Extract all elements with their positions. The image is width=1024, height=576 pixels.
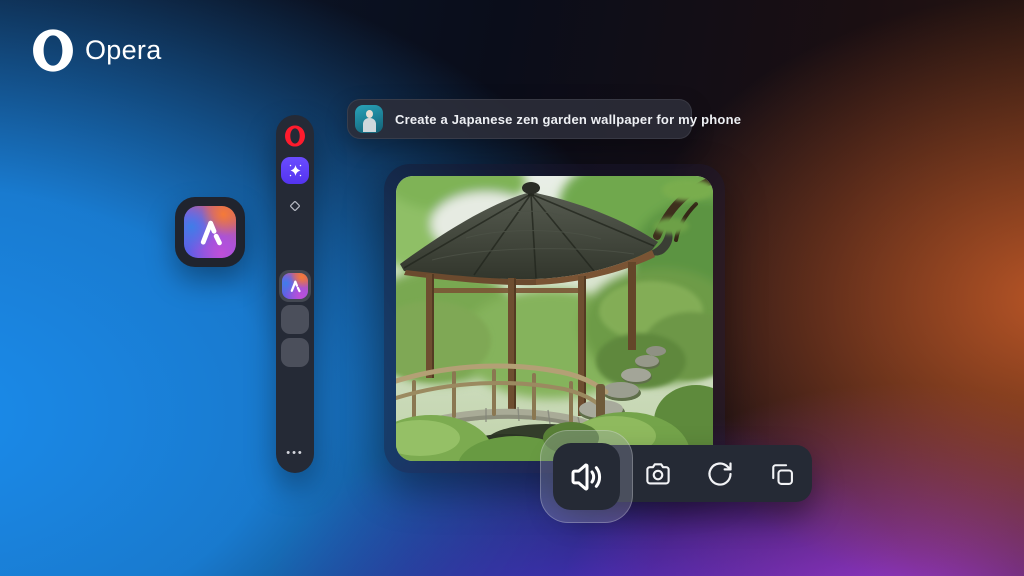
camera-icon [645,462,670,484]
sidebar-aria-button[interactable] [281,157,309,184]
brand-name: Opera [85,35,162,65]
refresh-icon [707,461,732,486]
prompt-bubble: Create a Japanese zen garden wallpaper f… [347,99,741,139]
sidebar-placeholder-2[interactable] [281,338,309,367]
zen-garden-image [396,176,713,461]
opera-logo-icon [33,29,73,72]
sparkle-icon [289,164,301,177]
regenerate-button[interactable] [704,458,735,489]
opera-brand: Opera [30,27,162,74]
user-avatar [355,105,383,133]
opera-aria-promo: Opera Create a Japanese zen garden wallp… [0,0,1024,576]
aria-app-icon [175,197,245,267]
copy-button[interactable] [766,458,797,489]
generated-image-card [384,164,725,473]
diamond-icon[interactable] [288,199,302,213]
prompt-text: Create a Japanese zen garden wallpaper f… [395,111,742,127]
sidebar-opera-logo[interactable] [284,124,307,148]
aria-gradient-icon [282,273,308,299]
read-aloud-button[interactable] [540,430,633,523]
browser-sidebar: ••• [276,115,314,473]
camera-button[interactable] [642,458,673,489]
speaker-icon [571,463,601,490]
copy-icon [771,463,793,485]
sidebar-aria-app-icon[interactable] [279,270,311,302]
read-aloud-inner [553,443,620,510]
aria-gradient-icon [184,206,236,258]
sidebar-more-button[interactable]: ••• [286,447,304,459]
sidebar-placeholder-1[interactable] [281,305,309,334]
